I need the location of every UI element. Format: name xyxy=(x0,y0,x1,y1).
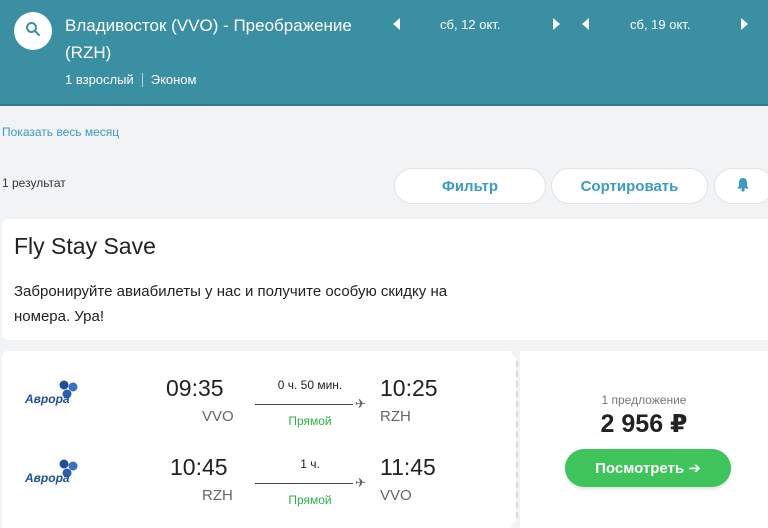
arrival-time: 10:25 xyxy=(380,375,438,401)
arrival-code: RZH xyxy=(380,408,411,425)
results-count: 1 результат xyxy=(2,176,66,190)
cabin-class: Эконом xyxy=(150,72,197,87)
passenger-summary[interactable]: 1 взрослый Эконом xyxy=(65,72,196,87)
route-line xyxy=(255,483,353,484)
departure-code: RZH xyxy=(202,487,233,504)
price-alert-button[interactable] xyxy=(714,168,768,204)
plane-icon: ✈ xyxy=(355,396,366,411)
return-date[interactable]: сб, 19 окт. xyxy=(630,17,690,32)
depart-next-arrow-icon[interactable] xyxy=(550,17,562,31)
airline-name: Аврора xyxy=(25,392,70,406)
search-header: Владивосток (VVO) - Преображение (RZH) 1… xyxy=(0,0,768,106)
offers-count: 1 предложение xyxy=(601,393,687,407)
divider xyxy=(141,72,143,87)
sort-button[interactable]: Сортировать xyxy=(551,168,708,204)
arrival-code: VVO xyxy=(380,487,412,504)
flight-duration: 1 ч. xyxy=(300,457,320,471)
departure-time: 09:35 xyxy=(166,375,224,401)
promo-text: Забронируйте авиабилеты у нас и получите… xyxy=(14,283,448,325)
airline-logo: Аврора xyxy=(25,458,81,492)
stops-label: Прямой xyxy=(288,414,332,428)
filter-button[interactable]: Фильтр xyxy=(394,168,546,204)
return-next-arrow-icon[interactable] xyxy=(738,17,750,31)
route-title[interactable]: Владивосток (VVO) - Преображение (RZH) xyxy=(65,12,375,66)
arrival-time: 11:45 xyxy=(380,454,436,480)
route-line xyxy=(255,404,353,405)
plane-icon: ✈ xyxy=(355,475,366,490)
search-icon xyxy=(25,21,41,42)
passengers-count: 1 взрослый xyxy=(65,72,134,87)
ticket-card[interactable]: Аврора 09:35 VVO 0 ч. 50 мин. ✈ Прямой 1… xyxy=(2,345,768,528)
bell-icon xyxy=(736,177,750,196)
departure-code: VVO xyxy=(202,408,234,425)
ticket-price-panel: 1 предложение 2 956 ₽ Посмотреть ➔ xyxy=(520,351,768,528)
promo-banner[interactable]: Fly Stay Save Забронируйте авиабилеты у … xyxy=(2,219,768,340)
airline-logo: Аврора xyxy=(25,379,81,413)
flight-duration: 0 ч. 50 мин. xyxy=(277,378,343,392)
stops-label: Прямой xyxy=(288,493,332,507)
view-offer-button[interactable]: Посмотреть ➔ xyxy=(565,449,731,487)
ticket-price: 2 956 ₽ xyxy=(600,410,688,438)
search-button[interactable] xyxy=(14,12,52,50)
departure-time: 10:45 xyxy=(170,454,228,480)
airline-name: Аврора xyxy=(25,471,70,485)
depart-date[interactable]: сб, 12 окт. xyxy=(440,17,500,32)
promo-title: Fly Stay Save xyxy=(14,233,156,259)
ticket-itinerary: Аврора 09:35 VVO 0 ч. 50 мин. ✈ Прямой 1… xyxy=(2,351,516,528)
depart-prev-arrow-icon[interactable] xyxy=(391,17,403,31)
return-prev-arrow-icon[interactable] xyxy=(580,17,592,31)
show-month-link[interactable]: Показать весь месяц xyxy=(2,125,119,139)
